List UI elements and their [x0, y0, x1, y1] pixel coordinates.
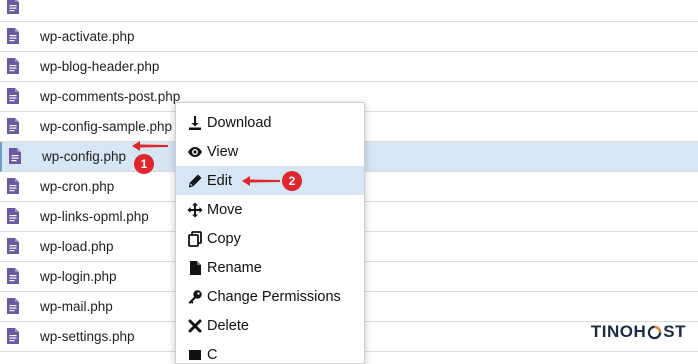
- php-file-icon: [7, 28, 19, 44]
- php-file-icon: [7, 298, 19, 314]
- eye-icon: [187, 144, 203, 160]
- menu-item-label: Edit: [207, 172, 232, 189]
- step-badge-2: 2: [282, 171, 302, 191]
- php-file-icon: [7, 268, 19, 284]
- file-name: wp-links-opml.php: [40, 209, 149, 224]
- logo-o-mark-icon: [647, 325, 662, 340]
- logo-text-part: H: [633, 322, 647, 341]
- file-name: wp-comments-post.php: [40, 89, 181, 104]
- menu-item-label: C: [207, 346, 218, 363]
- php-file-icon: [7, 118, 19, 134]
- php-file-icon: [7, 88, 19, 104]
- file-row[interactable]: [0, 0, 698, 22]
- php-file-icon: [7, 238, 19, 254]
- copy-icon: [187, 230, 203, 247]
- php-file-icon: [7, 0, 19, 14]
- menu-item-label: Delete: [207, 317, 249, 334]
- x-icon: [187, 318, 203, 334]
- menu-item-change-permissions[interactable]: Change Permissions: [176, 282, 364, 311]
- file-name: wp-activate.php: [40, 29, 135, 44]
- menu-item-label: Download: [207, 114, 272, 131]
- file-name: wp-config-sample.php: [40, 119, 173, 134]
- logo-text-part: TINO: [590, 322, 634, 341]
- logo-text-part: ST: [663, 322, 686, 341]
- file-name: wp-load.php: [40, 239, 114, 254]
- php-file-icon: [9, 148, 21, 164]
- file-name: wp-login.php: [40, 269, 117, 284]
- menu-item-rename[interactable]: Rename: [176, 253, 364, 282]
- step-badge-1: 1: [134, 154, 154, 174]
- menu-item-partial[interactable]: C: [176, 340, 364, 363]
- file-icon: [187, 260, 203, 276]
- file-row[interactable]: wp-activate.php: [0, 22, 698, 52]
- php-file-icon: [7, 208, 19, 224]
- file-row[interactable]: wp-blog-header.php: [0, 52, 698, 82]
- menu-item-label: Change Permissions: [207, 288, 341, 305]
- annotation-arrow-1: [132, 141, 168, 151]
- annotation-arrow-2: [242, 176, 280, 186]
- menu-item-view[interactable]: View: [176, 137, 364, 166]
- context-menu: Download View Edit Move Copy Rename Chan…: [175, 102, 365, 364]
- file-name: wp-cron.php: [40, 179, 115, 194]
- menu-item-label: Rename: [207, 259, 262, 276]
- key-icon: [187, 289, 203, 305]
- file-name: wp-blog-header.php: [40, 59, 160, 74]
- menu-item-label: Copy: [207, 230, 241, 247]
- pencil-icon: [187, 173, 203, 189]
- menu-item-download[interactable]: Download: [176, 108, 364, 137]
- file-name: wp-config.php: [42, 149, 127, 164]
- menu-item-copy[interactable]: Copy: [176, 224, 364, 253]
- php-file-icon: [7, 178, 19, 194]
- download-icon: [187, 115, 203, 131]
- menu-item-label: View: [207, 143, 239, 160]
- menu-item-delete[interactable]: Delete: [176, 311, 364, 340]
- file-name: wp-mail.php: [40, 299, 113, 314]
- php-file-icon: [7, 328, 19, 344]
- tinohost-logo: TINO H ST: [591, 321, 686, 343]
- move-arrows-icon: [187, 202, 203, 218]
- file-name: wp-settings.php: [40, 329, 135, 344]
- menu-item-label: Move: [207, 201, 243, 218]
- partial-icon: [187, 347, 203, 363]
- menu-item-move[interactable]: Move: [176, 195, 364, 224]
- php-file-icon: [7, 58, 19, 74]
